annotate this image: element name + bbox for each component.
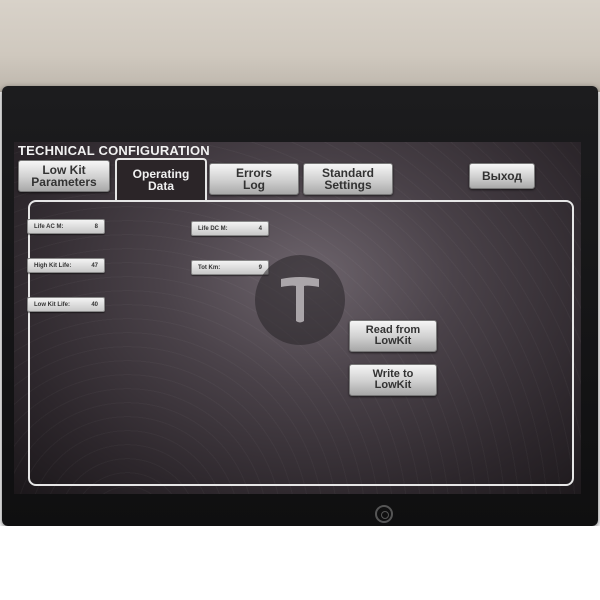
home-key-icon[interactable] — [375, 505, 393, 523]
life-ac-value: 8 — [94, 223, 98, 230]
tot-km-label: Tot Km: — [198, 264, 221, 271]
life-dc-label: Life DC M: — [198, 225, 228, 232]
low-kit-life-label: Low Kit Life: — [34, 301, 70, 308]
tab-standard-settings[interactable]: Standard Settings — [303, 163, 393, 195]
read-from-lowkit-button[interactable]: Read from LowKit — [349, 320, 437, 352]
bottom-area — [0, 526, 600, 600]
background-wall — [0, 0, 600, 92]
life-ac-label: Life AC M: — [34, 223, 64, 230]
tab-operating-data[interactable]: Operating Data — [115, 158, 207, 200]
life-dc-field: Life DC M: 4 — [191, 221, 269, 236]
exit-button[interactable]: Выход — [469, 163, 535, 189]
tab-errors-log[interactable]: Errors Log — [209, 163, 299, 195]
low-kit-life-value: 40 — [91, 301, 98, 308]
logo-mark-icon — [281, 277, 319, 323]
low-kit-life-field: Low Kit Life: 40 — [27, 297, 105, 312]
page-title: TECHNICAL CONFIGURATION — [18, 143, 210, 158]
tab-low-kit-parameters[interactable]: Low Kit Parameters — [18, 160, 110, 192]
high-kit-life-value: 47 — [91, 262, 98, 269]
life-dc-value: 4 — [258, 225, 262, 232]
high-kit-life-field: High Kit Life: 47 — [27, 258, 105, 273]
write-to-lowkit-button[interactable]: Write to LowKit — [349, 364, 437, 396]
tot-km-field: Tot Km: 9 — [191, 260, 269, 275]
brand-logo-icon — [255, 255, 345, 345]
life-ac-field: Life AC M: 8 — [27, 219, 105, 234]
tot-km-value: 9 — [258, 264, 262, 271]
high-kit-life-label: High Kit Life: — [34, 262, 72, 269]
